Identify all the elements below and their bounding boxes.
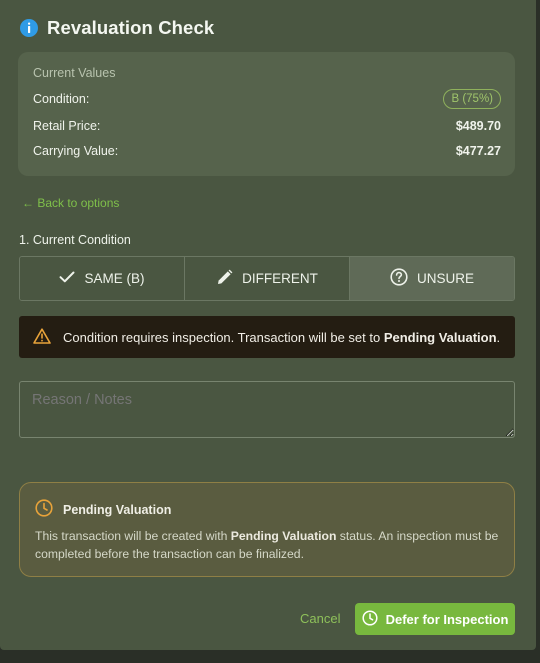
current-values-caption: Current Values	[33, 66, 116, 80]
warning-triangle-icon	[33, 327, 51, 347]
option-same-button[interactable]: SAME (B)	[20, 257, 185, 300]
dialog-title: Revaluation Check	[47, 17, 215, 38]
condition-row: Condition: B (75%)	[33, 89, 501, 109]
warning-text-suffix: .	[496, 329, 501, 345]
defer-for-inspection-button[interactable]: Defer for Inspection	[355, 603, 515, 635]
pending-valuation-header: Pending Valuation	[35, 499, 171, 520]
condition-label: Condition:	[33, 92, 90, 106]
pending-valuation-body: This transaction will be created with Pe…	[35, 528, 500, 563]
defer-button-label: Defer for Inspection	[385, 611, 509, 627]
retail-price-row: Retail Price: $489.70	[33, 119, 501, 133]
info-icon	[20, 19, 38, 37]
revaluation-dialog: Revaluation Check Current Values Conditi…	[0, 0, 536, 650]
clock-icon	[362, 609, 378, 629]
dialog-header: Revaluation Check	[20, 17, 214, 39]
option-unsure-button[interactable]: UNSURE	[350, 257, 514, 300]
section-title: 1. Current Condition	[19, 233, 131, 247]
inspection-warning: Condition requires inspection. Transacti…	[19, 316, 515, 358]
condition-badge: B (75%)	[443, 89, 501, 109]
option-unsure-label: UNSURE	[416, 271, 474, 286]
option-same-label: SAME (B)	[84, 271, 145, 286]
carrying-value-label: Carrying Value:	[33, 144, 119, 158]
pending-valuation-panel: Pending Valuation This transaction will …	[19, 482, 515, 577]
pending-body-bold: Pending Valuation	[230, 529, 337, 543]
pending-valuation-title: Pending Valuation	[63, 502, 172, 517]
retail-price-value: $489.70	[455, 119, 501, 133]
retail-price-label: Retail Price:	[33, 119, 101, 133]
condition-selector: SAME (B) DIFFERENT UNSURE	[19, 256, 515, 301]
current-values-card: Current Values Condition: B (75%) Retail…	[18, 52, 515, 176]
option-different-label: DIFFERENT	[242, 271, 318, 286]
back-to-options-link[interactable]: ← Back to options	[22, 196, 119, 210]
pending-body-prefix: This transaction will be created with	[35, 529, 231, 543]
pencil-icon	[216, 269, 233, 289]
warning-text-bold: Pending Valuation	[383, 329, 497, 345]
check-icon	[59, 271, 75, 286]
carrying-value-value: $477.27	[455, 144, 501, 158]
question-circle-icon	[390, 268, 408, 289]
cancel-button[interactable]: Cancel	[300, 611, 340, 626]
warning-text-prefix: Condition requires inspection. Transacti…	[63, 329, 384, 345]
carrying-value-row: Carrying Value: $477.27	[33, 144, 501, 158]
warning-text: Condition requires inspection. Transacti…	[63, 330, 500, 345]
clock-icon	[35, 499, 53, 520]
option-different-button[interactable]: DIFFERENT	[185, 257, 350, 300]
reason-notes-input[interactable]	[19, 381, 515, 438]
